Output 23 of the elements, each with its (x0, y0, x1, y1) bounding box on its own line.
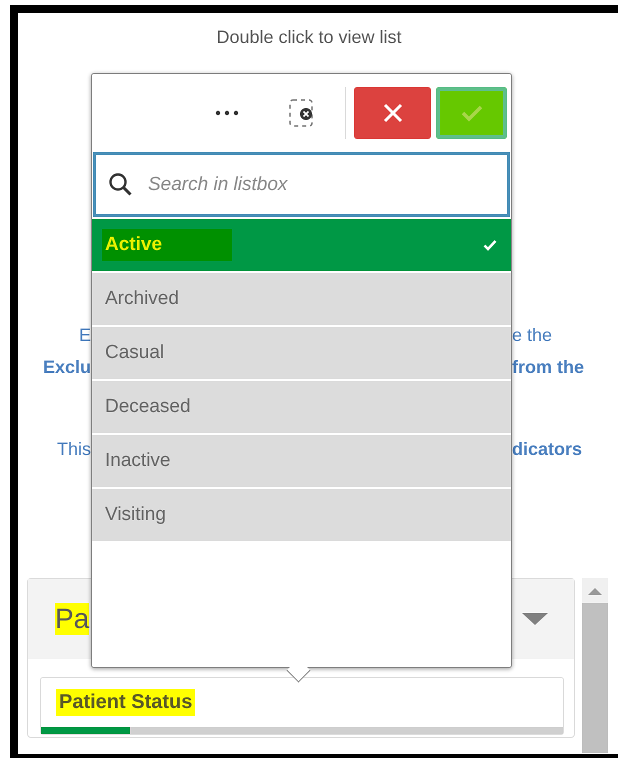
list-item[interactable]: Deceased (92, 381, 511, 435)
description-text: This (56, 438, 91, 460)
more-icon[interactable] (215, 110, 239, 116)
clear-selection-icon[interactable] (289, 98, 315, 126)
hint-text: Double click to view list (215, 26, 403, 48)
description-text: Exclu (42, 356, 91, 378)
check-icon (483, 239, 497, 251)
list-item[interactable]: Active (92, 219, 511, 273)
description-text: e the (512, 324, 552, 346)
cross-icon (382, 102, 404, 124)
filter-pane[interactable]: Patient Status (40, 677, 564, 735)
description-text: E (78, 324, 91, 346)
list-item[interactable]: Visiting (92, 489, 511, 543)
description-text: dicators (512, 438, 582, 460)
list-item[interactable]: Inactive (92, 435, 511, 489)
scroll-up-icon[interactable] (588, 588, 602, 595)
list-item[interactable]: Archived (92, 273, 511, 327)
list-item[interactable]: Casual (92, 327, 511, 381)
search-icon (108, 172, 134, 198)
description-text: from the (512, 356, 584, 378)
search-input[interactable]: Search in listbox (148, 174, 448, 196)
cancel-button[interactable] (354, 86, 431, 138)
search-field[interactable]: Search in listbox (93, 152, 510, 217)
